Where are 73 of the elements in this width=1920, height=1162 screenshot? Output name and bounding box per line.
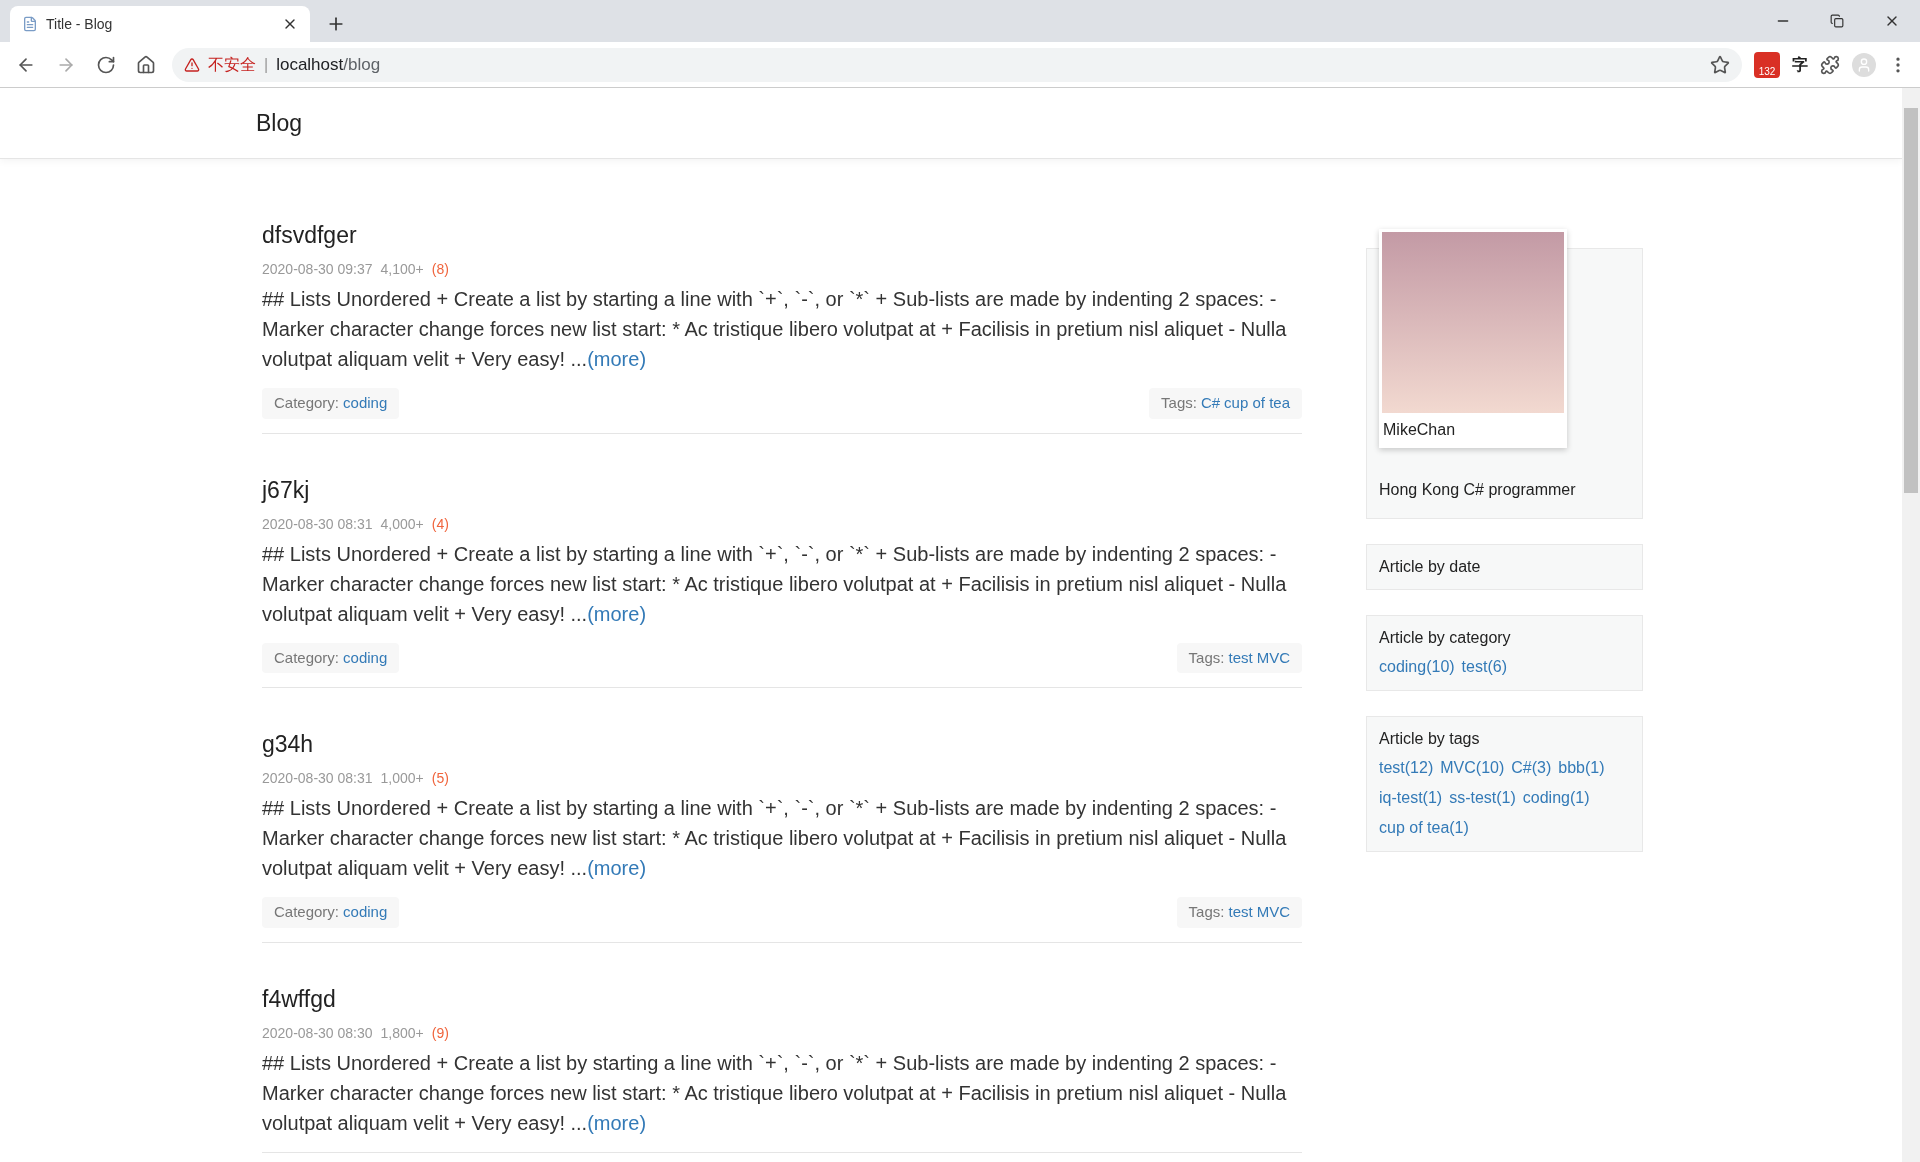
tab-title: Title - Blog <box>46 14 114 34</box>
more-link[interactable]: (more) <box>587 602 647 625</box>
more-link[interactable]: (more) <box>587 348 647 370</box>
sidebar-link[interactable]: ss-test(1) <box>1449 783 1516 813</box>
category-label: Category: <box>274 647 340 668</box>
sidebar-link[interactable]: coding(10) <box>1379 652 1455 682</box>
profile-bio: Hong Kong C# programmer <box>1379 480 1577 500</box>
more-link[interactable]: (more) <box>587 1111 647 1134</box>
sidebar-link[interactable]: test(6) <box>1461 652 1507 682</box>
post-date: 2020-08-30 08:31 <box>262 769 373 788</box>
category-label: Category: <box>274 902 340 922</box>
restore-icon[interactable] <box>1830 14 1844 28</box>
tag-link[interactable]: cup of tea <box>1224 392 1290 415</box>
sidebar-link[interactable]: test(12) <box>1379 753 1434 783</box>
post-date: 2020-08-30 08:30 <box>262 1023 373 1043</box>
security-label: 不安全 <box>208 54 256 75</box>
sidebar-link[interactable]: cup of tea(1) <box>1379 813 1469 843</box>
view-count: 4,000+ <box>380 514 424 534</box>
category-link[interactable]: coding <box>343 646 388 669</box>
post-excerpt: ## Lists Unordered + Create a list by starting a line with `+`, `-`, or `*` + Sub-lists are made by indenting 2 spaces: - Marker character change forces new list start: * Ac tristique libero volutpat at + Facilisis in pretium nisl aliquet - Nulla volutpat aliquam velit + Very easy! ...(more) <box>262 796 1288 881</box>
post-excerpt: ## Lists Unordered + Create a list by starting a line with `+`, `-`, or `*` + Sub-lists are made by indenting 2 spaces: - Marker character change forces new list start: * Ac tristique libero volutpat at + Facilisis in pretium nisl aliquet - Nulla volutpat aliquam velit + Very easy! ...(more) <box>262 287 1288 372</box>
panel-title: Article by category <box>1379 628 1512 648</box>
post-title[interactable]: g34h <box>262 728 1302 760</box>
panel-title: Article by date <box>1379 557 1482 577</box>
category-link[interactable]: coding <box>343 901 388 924</box>
tag-link[interactable]: test <box>1228 901 1253 924</box>
mail-count-label: 132 <box>1758 66 1776 77</box>
panel-title: Article by tags <box>1379 729 1481 749</box>
sidebar-link[interactable]: iq-test(1) <box>1379 783 1443 813</box>
sidebar-link[interactable]: coding(1) <box>1522 783 1590 813</box>
comment-count: (9) <box>431 1023 449 1043</box>
mail-extension-icon[interactable]: 132 <box>1754 51 1780 78</box>
post-title[interactable]: f4wffgd <box>262 982 1302 1015</box>
warning-icon <box>184 56 200 73</box>
category-label: Category: <box>274 393 340 413</box>
tag-link[interactable]: C# <box>1200 392 1221 415</box>
post-date: 2020-08-30 08:31 <box>262 514 373 534</box>
view-count: 1,800+ <box>380 1023 424 1043</box>
tags-label: Tags: <box>1188 647 1225 668</box>
sidebar-link[interactable]: bbb(1) <box>1558 753 1605 783</box>
post-date: 2020-08-30 09:37 <box>262 260 373 279</box>
post-excerpt: ## Lists Unordered + Create a list by starting a line with `+`, `-`, or `*` + Sub-lists are made by indenting 2 spaces: - Marker character change forces new list start: * Ac tristique libero volutpat at + Facilisis in pretium nisl aliquet - Nulla volutpat aliquam velit + Very easy! ...(more) <box>262 1050 1288 1136</box>
reload-icon[interactable] <box>96 54 116 75</box>
comment-count: (4) <box>431 514 449 534</box>
sidebar-link[interactable]: C#(3) <box>1511 753 1552 783</box>
profile-name: MikeChan <box>1382 420 1457 440</box>
post-title[interactable]: j67kj <box>262 473 1302 506</box>
extensions-icon[interactable] <box>1820 54 1840 75</box>
tag-link[interactable]: MVC <box>1256 901 1290 924</box>
address-bar[interactable]: 不安全 | localhost/blog <box>172 47 1742 82</box>
translate-extension[interactable]: 字 <box>1792 52 1808 77</box>
view-count: 4,100+ <box>380 260 424 279</box>
tag-link[interactable]: MVC <box>1256 646 1290 669</box>
sidebar-link[interactable]: MVC(10) <box>1440 753 1505 783</box>
tags-label: Tags: <box>1161 393 1197 413</box>
tag-link[interactable]: test <box>1228 646 1253 669</box>
category-link[interactable]: coding <box>343 392 388 415</box>
tags-label: Tags: <box>1188 902 1225 922</box>
bookmark-star-icon[interactable] <box>1710 54 1730 75</box>
scrollbar-thumb[interactable] <box>1904 108 1918 493</box>
post-excerpt: ## Lists Unordered + Create a list by starting a line with `+`, `-`, or `*` + Sub-lists are made by indenting 2 spaces: - Marker character change forces new list start: * Ac tristique libero volutpat at + Facilisis in pretium nisl aliquet - Nulla volutpat aliquam velit + Very easy! ...(more) <box>262 541 1288 627</box>
scrollbar[interactable] <box>1902 88 1920 1162</box>
url-separator: | <box>264 54 269 75</box>
view-count: 1,000+ <box>380 769 424 788</box>
comment-count: (5) <box>431 769 449 788</box>
brand-link[interactable]: Blog <box>256 105 303 141</box>
post-title[interactable]: dfsvdfger <box>262 219 1302 251</box>
page-icon <box>22 16 38 32</box>
home-icon[interactable] <box>136 54 156 75</box>
url-text: localhost/blog <box>276 53 381 76</box>
browser-tab[interactable]: Title - Blog <box>10 6 310 42</box>
comment-count: (8) <box>431 260 449 279</box>
more-link[interactable]: (more) <box>587 857 647 879</box>
